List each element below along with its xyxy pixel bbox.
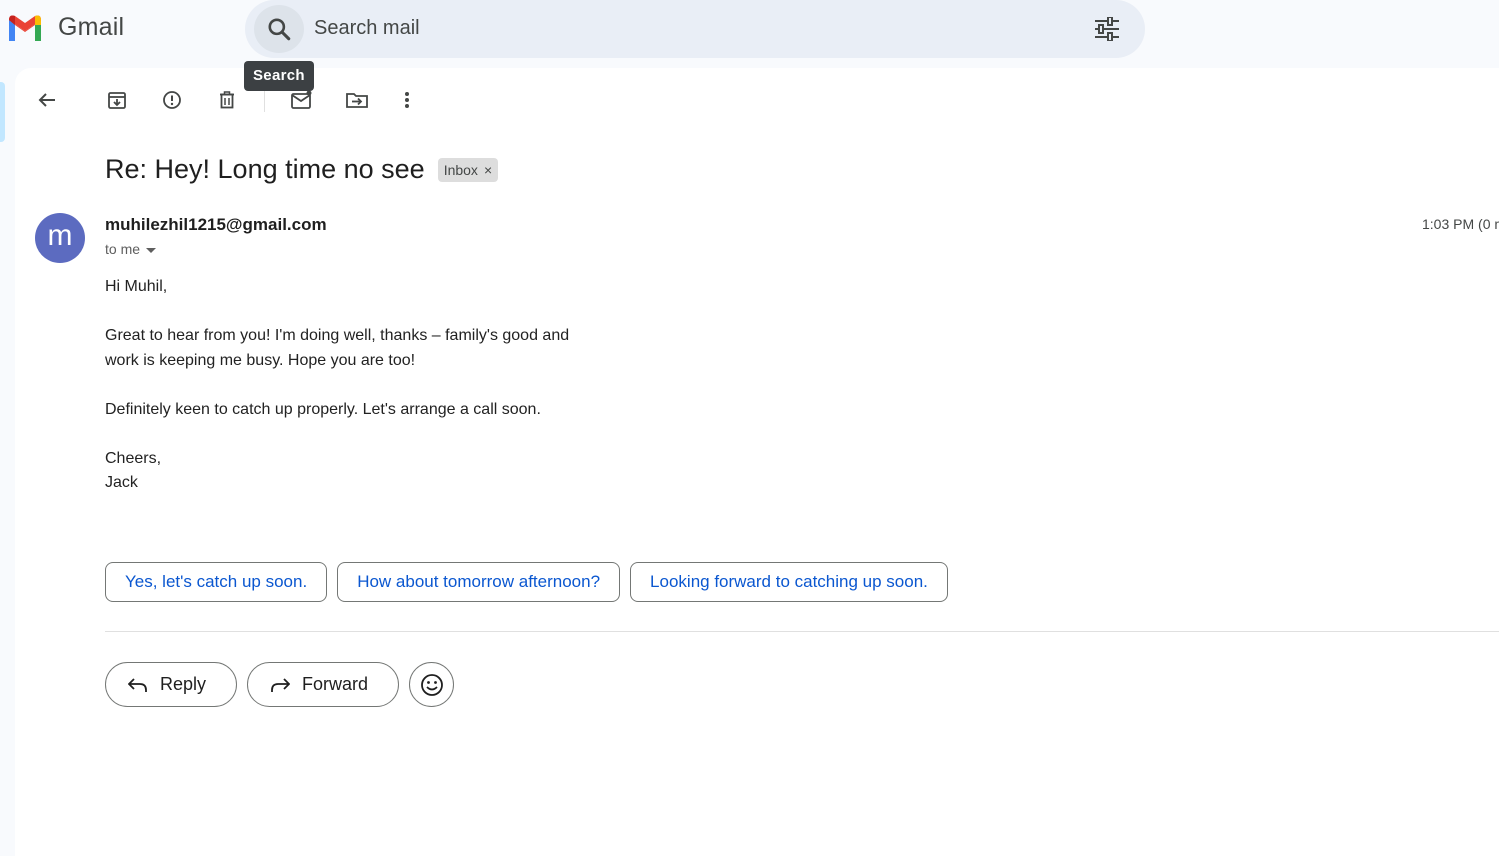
smart-reply-suggestions: Yes, let's catch up soon. How about tomo… <box>105 562 948 602</box>
forward-icon <box>270 677 291 693</box>
move-to-button[interactable] <box>339 82 375 118</box>
reply-icon <box>128 677 148 693</box>
smart-reply-button[interactable]: Yes, let's catch up soon. <box>105 562 328 602</box>
app-name: Gmail <box>58 12 125 41</box>
sender-email[interactable]: muhilezhil1215@gmail.com <box>105 215 327 235</box>
search-input[interactable]: Search mail <box>314 17 420 40</box>
more-options-button[interactable] <box>389 82 425 118</box>
back-arrow-icon <box>38 93 55 107</box>
more-vert-icon <box>405 92 409 108</box>
body-greeting: Hi Muhil, <box>105 278 168 295</box>
forward-label: Forward <box>302 674 369 694</box>
body-signature: Jack <box>105 474 138 491</box>
move-to-icon <box>346 93 368 108</box>
body-line: Great to hear from you! I'm doing well, … <box>105 327 570 344</box>
add-reaction-button[interactable] <box>409 662 455 707</box>
search-tooltip: Search <box>244 61 314 91</box>
remove-label-button[interactable]: × <box>484 162 492 178</box>
gmail-logo[interactable]: Gmail <box>6 12 124 42</box>
report-spam-button[interactable] <box>154 82 190 118</box>
delete-button[interactable] <box>209 82 245 118</box>
message-timestamp: 1:03 PM (0 m <box>1422 216 1499 232</box>
top-bar: Gmail Search mail Search <box>0 0 1499 91</box>
gmail-logo-icon <box>9 15 41 41</box>
mark-unread-icon <box>291 90 312 109</box>
search-options-button[interactable] <box>1091 13 1123 45</box>
smart-reply-button[interactable]: How about tomorrow afternoon? <box>337 562 621 602</box>
subject-row: Re: Hey! Long time no see Inbox × <box>105 154 499 185</box>
archive-icon <box>108 92 126 109</box>
message-body: Hi Muhil, Great to hear from you! I'm do… <box>105 275 705 496</box>
toolbar-divider <box>264 88 265 112</box>
actions-divider <box>105 631 1499 632</box>
tune-icon <box>1095 17 1119 41</box>
body-paragraph: Definitely keen to catch up properly. Le… <box>105 400 541 418</box>
message-panel: Re: Hey! Long time no see Inbox × m muhi… <box>15 68 1499 856</box>
reply-button[interactable]: Reply <box>105 662 238 707</box>
reply-label: Reply <box>160 674 207 694</box>
smart-reply-button[interactable]: Looking forward to catching up soon. <box>630 562 948 602</box>
archive-button[interactable] <box>99 82 135 118</box>
emoji-reaction-icon <box>420 673 443 696</box>
label-chip-inbox[interactable]: Inbox × <box>437 157 499 182</box>
search-bar[interactable]: Search mail <box>245 0 1145 58</box>
search-button[interactable] <box>254 5 304 53</box>
label-chip-text: Inbox <box>443 161 478 178</box>
recipient-details[interactable]: to me <box>105 241 157 257</box>
forward-button[interactable]: Forward <box>247 662 400 707</box>
sender-avatar[interactable]: m <box>35 213 85 263</box>
email-subject: Re: Hey! Long time no see <box>105 154 425 184</box>
reply-actions: Reply Forward <box>105 662 455 707</box>
body-paragraph: Great to hear from you! I'm doing well, … <box>105 324 705 373</box>
caret-down-icon[interactable] <box>146 247 157 253</box>
sidebar-selected-indicator <box>0 82 5 142</box>
search-icon <box>268 18 291 41</box>
recipient-text: to me <box>105 241 141 257</box>
body-line: work is keeping me busy. Hope you are to… <box>105 351 416 369</box>
back-button[interactable] <box>29 82 65 118</box>
delete-icon <box>220 91 234 109</box>
report-spam-icon <box>163 91 181 109</box>
body-closing: Cheers, <box>105 449 162 467</box>
